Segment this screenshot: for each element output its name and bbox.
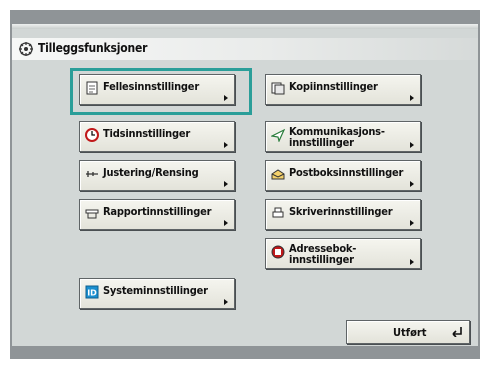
top-strip [12,24,478,29]
postboks-label: Postboksinnstillinger [289,166,404,179]
skriver-button[interactable]: Skriverinnstillinger [265,199,421,230]
arrow-icon [410,142,414,148]
document-icon [86,81,98,95]
title-bar: Tilleggsfunksjoner [12,38,478,60]
tidsinnstillinger-button[interactable]: Tidsinnstillinger [79,121,235,152]
tidsinnstillinger-label: Tidsinnstillinger [103,127,191,140]
skriver-label: Skriverinnstillinger [289,205,393,218]
arrow-icon [224,95,228,101]
done-button[interactable]: Utført [346,320,470,344]
printer-icon [272,207,284,218]
kopiinnstillinger-label: Kopiinnstillinger [289,80,378,93]
adjust-icon [86,171,98,177]
arrow-icon [410,220,414,226]
justering-label: Justering/Rensing [103,166,199,179]
adressebok-label: Adressebok- innstillinger [289,242,357,266]
communication-icon [271,128,285,142]
rapportinnstillinger-button[interactable]: Rapportinnstillinger [79,199,235,230]
mailbox-icon [271,169,285,180]
gear-icon [19,42,33,56]
svg-text:ID: ID [87,289,97,298]
copy-icon [271,82,285,95]
arrow-icon [410,181,414,187]
arrow-icon [410,259,414,265]
page-title: Tilleggsfunksjoner [38,41,148,55]
arrow-icon [224,299,228,305]
system-icon: ID [85,285,99,299]
control-panel-screen: Tilleggsfunksjoner Fellesinnstillinger T… [12,24,478,346]
done-label: Utført [393,326,427,339]
arrow-icon [224,142,228,148]
report-icon [85,209,99,219]
fellesinnstillinger-button[interactable]: Fellesinnstillinger [79,74,235,105]
adressebok-button[interactable]: Adressebok- innstillinger [265,238,421,269]
kommunikasjons-button[interactable]: Kommunikasjons- innstillinger [265,121,421,152]
address-book-icon [271,245,285,259]
kopiinnstillinger-button[interactable]: Kopiinnstillinger [265,74,421,105]
fellesinnstillinger-label: Fellesinnstillinger [103,80,200,93]
clock-icon [85,128,99,142]
systeminnstillinger-label: Systeminnstillinger [103,284,208,297]
arrow-icon [410,95,414,101]
postboks-button[interactable]: Postboksinnstillinger [265,160,421,191]
justering-button[interactable]: Justering/Rensing [79,160,235,191]
systeminnstillinger-button[interactable]: ID Systeminnstillinger [79,278,235,309]
arrow-icon [224,220,228,226]
enter-icon [452,327,462,337]
rapportinnstillinger-label: Rapportinnstillinger [103,205,212,218]
kommunikasjons-label: Kommunikasjons- innstillinger [289,125,385,149]
arrow-icon [224,181,228,187]
